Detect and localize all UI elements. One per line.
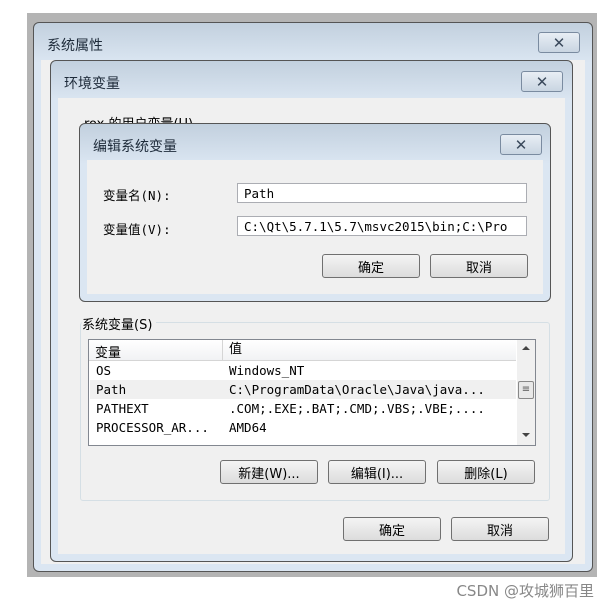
table-row[interactable]: PROCESSOR_AR... AMD64 bbox=[90, 418, 516, 437]
edit-button[interactable]: 编辑(I)... bbox=[328, 460, 426, 484]
close-icon: ✕ bbox=[514, 135, 528, 154]
ok-button[interactable]: 确定 bbox=[343, 517, 441, 541]
scroll-thumb[interactable]: ≡ bbox=[518, 381, 534, 399]
new-button[interactable]: 新建(W)... bbox=[220, 460, 318, 484]
system-vars-label: 系统变量(S) bbox=[82, 314, 157, 333]
watermark: CSDN @攻城狮百里 bbox=[456, 582, 594, 600]
list-header: 变量 值 bbox=[89, 340, 516, 361]
dialog-title: 环境变量 bbox=[64, 76, 120, 92]
var-value-input[interactable]: C:\Qt\5.7.1\5.7\msvc2015\bin;C:\Pro bbox=[237, 216, 527, 236]
scroll-up-icon[interactable] bbox=[522, 346, 530, 350]
system-vars-list[interactable]: 变量 值 OS Windows_NT Path C:\ProgramData\Ora… bbox=[88, 339, 536, 446]
ok-button[interactable]: 确定 bbox=[322, 254, 420, 278]
close-icon: ✕ bbox=[535, 72, 549, 91]
column-header-name[interactable]: 变量 bbox=[95, 342, 121, 361]
table-row[interactable]: PATHEXT .COM;.EXE;.BAT;.CMD;.VBS;.VBE;...… bbox=[90, 399, 516, 418]
cancel-button[interactable]: 取消 bbox=[451, 517, 549, 541]
close-button[interactable]: ✕ bbox=[521, 71, 563, 92]
scroll-down-icon[interactable] bbox=[522, 433, 530, 437]
close-button[interactable]: ✕ bbox=[500, 134, 542, 155]
table-row[interactable]: Path C:\ProgramData\Oracle\Java\java... bbox=[90, 380, 516, 399]
column-header-value[interactable]: 值 bbox=[222, 340, 242, 360]
window-title: 系统属性 bbox=[47, 38, 103, 54]
dialog-title: 编辑系统变量 bbox=[93, 139, 177, 155]
var-value-label: 变量值(V): bbox=[103, 222, 171, 237]
table-row[interactable]: OS Windows_NT bbox=[90, 361, 516, 380]
cancel-button[interactable]: 取消 bbox=[430, 254, 528, 278]
close-button[interactable]: ✕ bbox=[538, 32, 580, 53]
scrollbar[interactable]: ≡ bbox=[517, 340, 535, 445]
var-name-input[interactable]: Path bbox=[237, 183, 527, 203]
close-icon: ✕ bbox=[552, 33, 566, 52]
edit-system-var-dialog: 编辑系统变量 ✕ 变量名(N): Path 变量值(V): C:\Qt\5.7.… bbox=[79, 123, 551, 302]
dialog-client: 变量名(N): Path 变量值(V): C:\Qt\5.7.1\5.7\msv… bbox=[87, 160, 543, 294]
delete-button[interactable]: 删除(L) bbox=[437, 460, 535, 484]
var-name-label: 变量名(N): bbox=[103, 188, 171, 203]
